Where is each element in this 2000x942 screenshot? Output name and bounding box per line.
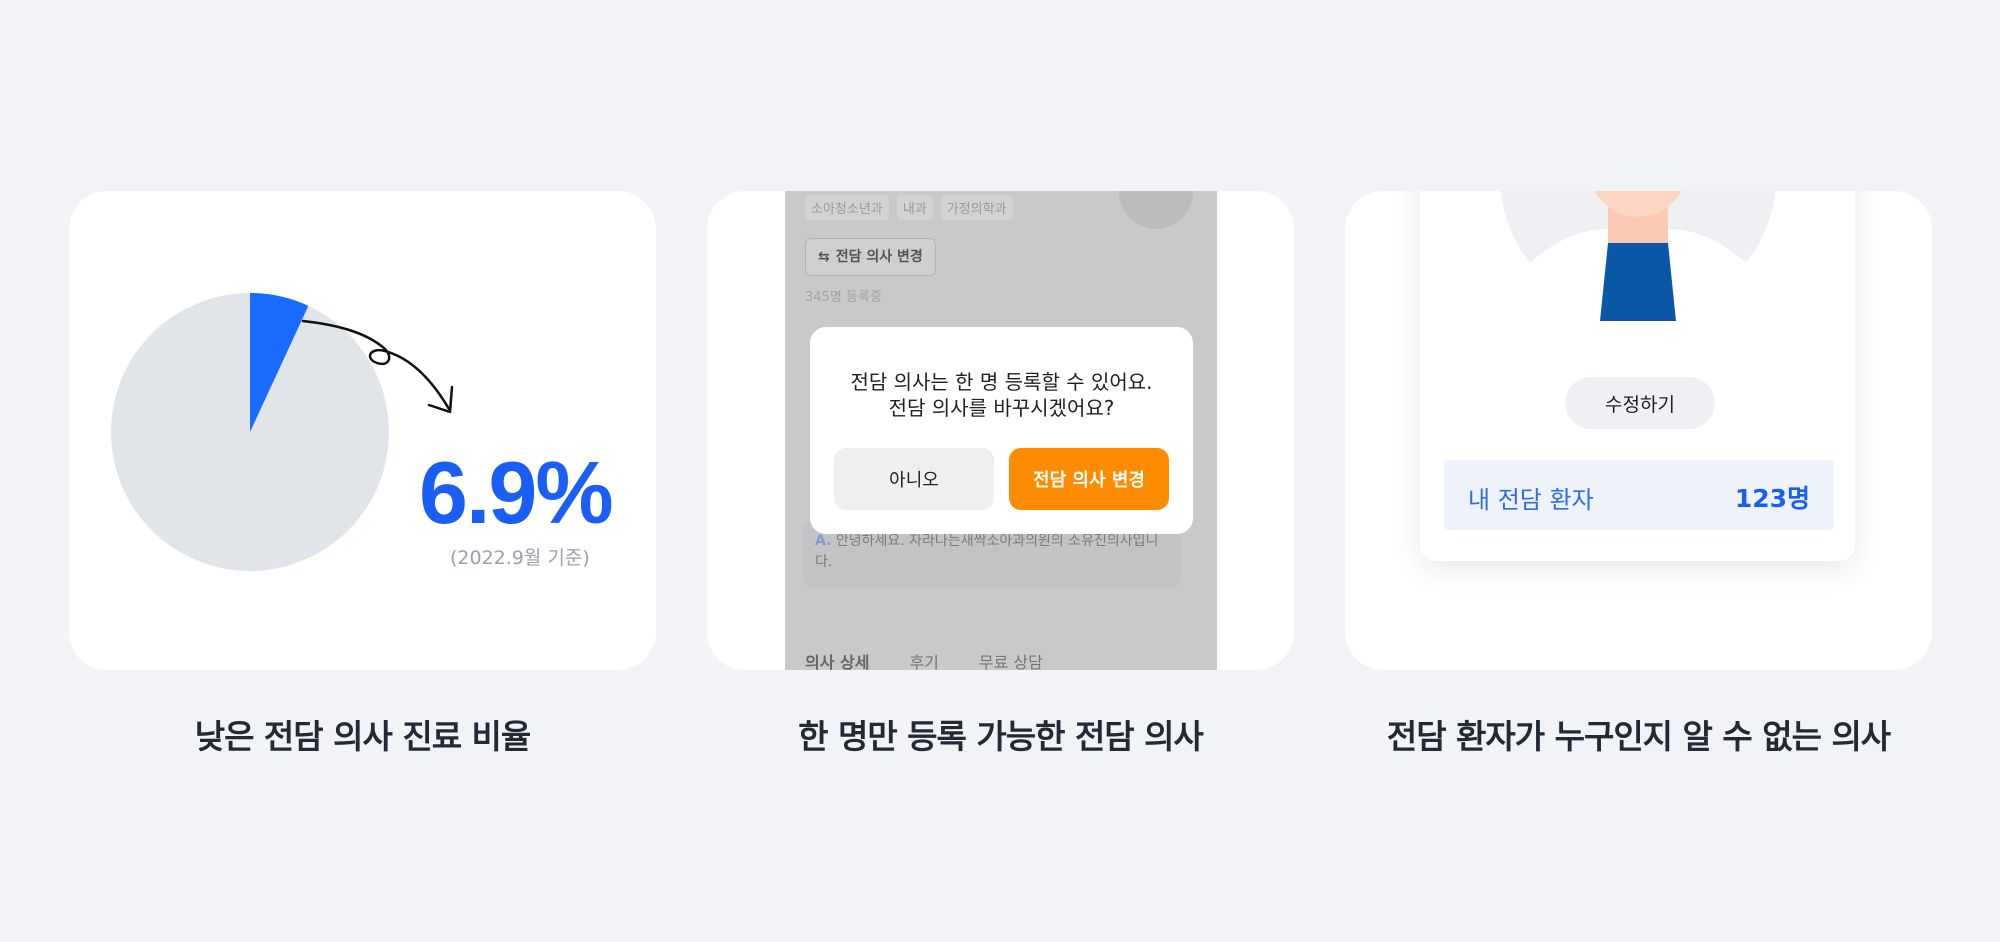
tab-free-consult[interactable]: 무료 상담 [979,649,1043,670]
doctor-avatar [1119,191,1193,229]
specialty-tags: 소아청소년과 내과 가정의학과 [805,195,1013,220]
dialog-line-1: 전담 의사는 한 명 등록할 수 있어요. [850,370,1153,394]
ratio-caption: 낮은 전담 의사 진료 비율 [194,717,532,756]
dialog-no-button[interactable]: 아니오 [834,448,994,510]
specialty-tag: 소아청소년과 [805,195,889,220]
tab-doctor-detail[interactable]: 의사 상세 [805,649,869,670]
ratio-note: (2022.9월 기준) [450,547,590,569]
registered-count: 345명 등록중 [805,290,882,305]
doctor-profile-panel: 수정하기 내 전담 환자 123명 [1420,191,1855,561]
specialty-tag: 가정의학과 [940,195,1013,220]
change-doctor-dialog: 전담 의사는 한 명 등록할 수 있어요. 전담 의사를 바꾸시겠어요? 아니오… [810,327,1193,534]
specialty-tag: 내과 [896,195,933,220]
my-patients-row[interactable]: 내 전담 환자 123명 [1444,460,1834,530]
single-doctor-caption: 한 명만 등록 가능한 전담 의사 [798,717,1204,756]
dialog-change-button[interactable]: 전담 의사 변경 [1009,448,1169,510]
answer-prefix: A. [815,533,832,549]
doctor-tabs: 의사 상세 후기 무료 상담 [805,649,1043,670]
doctor-avatar-icon [1500,191,1776,321]
dialog-message: 전담 의사는 한 명 등록할 수 있어요. 전담 의사를 바꾸시겠어요? [810,369,1193,421]
change-doctor-button[interactable]: ⇆ 전담 의사 변경 [805,238,936,276]
my-patients-label: 내 전담 환자 [1468,486,1594,514]
edit-profile-button[interactable]: 수정하기 [1565,377,1715,429]
tab-reviews[interactable]: 후기 [909,649,938,670]
single-doctor-card: 소아청소년과 내과 가정의학과 ⇆ 전담 의사 변경 345명 등록중 A. 안… [707,191,1294,670]
change-doctor-label: 전담 의사 변경 [835,249,923,265]
answer-text: 안녕하세요. 자라나는새싹소아과의원의 소유진의사입니다. [815,533,1159,570]
curved-arrow-icon [301,319,454,414]
swap-icon: ⇆ [818,249,830,265]
unknown-patients-caption: 전담 환자가 누구인지 알 수 없는 의사 [1386,717,1891,756]
my-patients-count: 123명 [1734,484,1810,513]
ratio-card: 6.9% (2022.9월 기준) [69,191,656,670]
ratio-value: 6.9% [419,443,614,542]
unknown-patients-card: 수정하기 내 전담 환자 123명 [1345,191,1932,670]
dialog-line-2: 전담 의사를 바꾸시겠어요? [888,396,1115,420]
